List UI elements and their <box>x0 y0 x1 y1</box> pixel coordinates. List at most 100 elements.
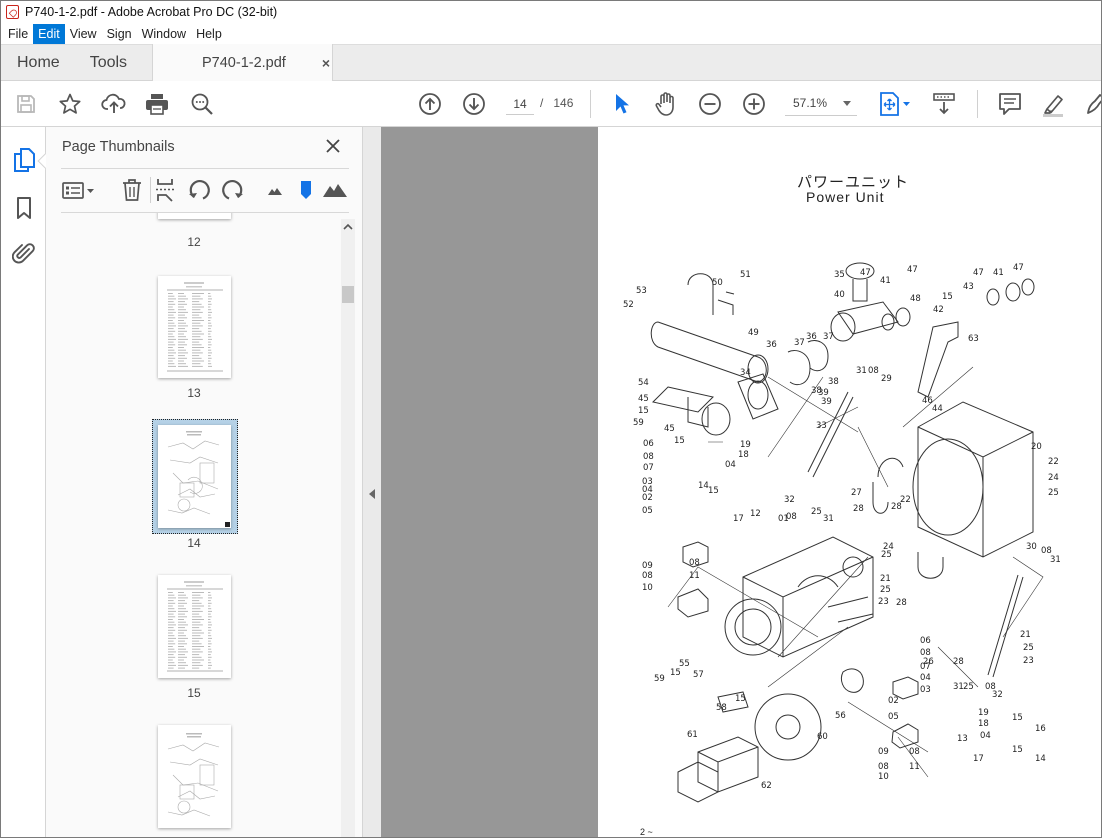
thumbnail-page-12[interactable] <box>158 213 231 219</box>
tab-document[interactable]: P740-1-2.pdf × <box>152 44 333 81</box>
close-pane-icon[interactable] <box>324 137 342 155</box>
menu-bar: File Edit View Sign Window Help <box>1 23 1101 44</box>
part-callout: 07 <box>920 662 931 672</box>
collapse-pane-icon[interactable] <box>369 489 375 499</box>
part-callout: 12 <box>750 509 761 519</box>
thumbnail-row-line <box>192 629 202 631</box>
thumbnail-page-14[interactable] <box>158 425 231 528</box>
thumbnail-row-line <box>168 605 173 607</box>
part-callout: 28 <box>953 657 964 667</box>
menu-window[interactable]: Window <box>137 24 191 44</box>
thumbnail-page-13[interactable] <box>158 276 231 378</box>
thumbnail-row-line <box>178 365 188 367</box>
part-callout: 11 <box>689 571 700 581</box>
toolbar-divider <box>590 90 591 118</box>
thumbnails-scrollbar[interactable] <box>341 219 355 837</box>
scrollbar-thumb[interactable] <box>342 286 354 303</box>
thumbnail-row-line <box>208 627 211 629</box>
options-menu-icon[interactable] <box>61 178 97 202</box>
part-callout: 22 <box>1048 457 1059 467</box>
delete-page-icon[interactable] <box>120 178 144 202</box>
thumbnail-row-line <box>192 648 201 650</box>
thumbnail-row-line <box>208 651 212 653</box>
thumbnail-row-line <box>192 317 202 319</box>
bookmark-icon[interactable] <box>11 195 37 221</box>
thumbnail-row-line <box>192 635 201 637</box>
thumbnail-small-icon[interactable] <box>263 178 287 202</box>
thumbnail-row-line <box>192 363 201 365</box>
draw-icon[interactable] <box>1083 91 1101 117</box>
menu-view[interactable]: View <box>65 24 102 44</box>
acrobat-icon <box>6 5 19 19</box>
thumbnail-row-line <box>208 311 212 313</box>
tab-tools[interactable]: Tools <box>75 45 142 80</box>
search-zoom-icon[interactable] <box>189 91 215 117</box>
menu-help[interactable]: Help <box>191 24 227 44</box>
thumbnail-row-line <box>208 355 211 357</box>
select-cursor-icon[interactable] <box>609 91 635 117</box>
thumbnail-row-line <box>168 347 173 348</box>
thumbnail-page-15[interactable] <box>158 575 231 678</box>
part-callout: 23 <box>878 597 889 607</box>
menu-edit[interactable]: Edit <box>33 23 65 44</box>
rotate-cw-icon[interactable] <box>221 178 245 202</box>
zoom-level-dropdown[interactable]: 57.1% <box>785 93 857 116</box>
thumbnail-row-line <box>168 314 174 316</box>
thumbnail-page-16[interactable] <box>158 725 231 828</box>
thumbnail-row-line <box>178 301 185 303</box>
fit-page-icon[interactable] <box>877 91 913 117</box>
part-callout: 22 <box>900 495 911 505</box>
thumbnail-row-line <box>178 317 187 319</box>
part-callout: 04 <box>725 460 736 470</box>
thumbnail-row-line <box>192 298 203 300</box>
page-thumbnails-icon[interactable] <box>11 147 37 173</box>
attachment-icon[interactable] <box>11 240 37 266</box>
part-callout: 42 <box>933 305 944 315</box>
chevron-up-icon[interactable] <box>341 219 355 235</box>
upload-cloud-icon[interactable] <box>101 91 127 117</box>
part-callout: 15 <box>942 292 953 302</box>
thumbnail-row-line <box>192 659 204 661</box>
page-up-icon[interactable] <box>417 91 443 117</box>
part-callout: 33 <box>816 421 827 431</box>
comment-icon[interactable] <box>997 91 1023 117</box>
thumbnail-row-line <box>192 320 204 321</box>
zoom-out-icon[interactable] <box>697 91 723 117</box>
part-callout: 45 <box>664 424 675 434</box>
rotate-ccw-icon[interactable] <box>187 178 211 202</box>
star-icon[interactable] <box>57 91 83 117</box>
save-icon[interactable] <box>13 91 39 117</box>
print-icon[interactable] <box>144 91 170 117</box>
thumbnail-row-line <box>208 314 211 316</box>
document-viewport[interactable]: 53 52 50 51 35 40 47 41 47 48 15 43 47 41 47 42 63 49 36 37… <box>381 127 1101 837</box>
exploded-parts-diagram: 53525051 354047414748 154347 41 4742634936 37… <box>623 262 1061 803</box>
hand-icon[interactable] <box>653 91 679 117</box>
part-callout: 03 <box>920 685 931 695</box>
thumbnail-row-line <box>192 295 201 297</box>
menu-sign[interactable]: Sign <box>102 24 137 44</box>
menu-file[interactable]: File <box>3 24 33 44</box>
tab-home[interactable]: Home <box>1 45 75 80</box>
thumbnail-row-line <box>192 616 202 618</box>
scroll-mode-icon[interactable] <box>931 91 957 117</box>
thumbnail-row-line <box>178 295 186 297</box>
thumbnail-size-slider-icon[interactable] <box>294 178 318 202</box>
page-down-icon[interactable] <box>461 91 487 117</box>
thumbnail-row-line <box>208 643 212 645</box>
thumbnail-large-icon[interactable] <box>322 178 348 202</box>
close-tab-icon[interactable]: × <box>322 55 330 71</box>
part-callout: 37 <box>794 338 805 348</box>
thumbnail-row-line <box>178 328 185 330</box>
thumbnail-row-line <box>168 654 174 656</box>
thumbnail-row-line <box>192 303 202 305</box>
title-bar: P740-1-2.pdf - Adobe Acrobat Pro DC (32-… <box>1 1 1101 23</box>
thumbnail-row-line <box>208 330 212 332</box>
thumbnail-row-line <box>208 629 212 631</box>
zoom-in-icon[interactable] <box>741 91 767 117</box>
thumbnail-row-line <box>208 320 211 321</box>
page-separator: / <box>540 96 544 110</box>
thumbnail-row-line <box>178 627 185 629</box>
highlight-icon[interactable] <box>1040 91 1066 117</box>
split-page-icon[interactable] <box>153 178 177 202</box>
page-number-input[interactable] <box>506 93 534 115</box>
